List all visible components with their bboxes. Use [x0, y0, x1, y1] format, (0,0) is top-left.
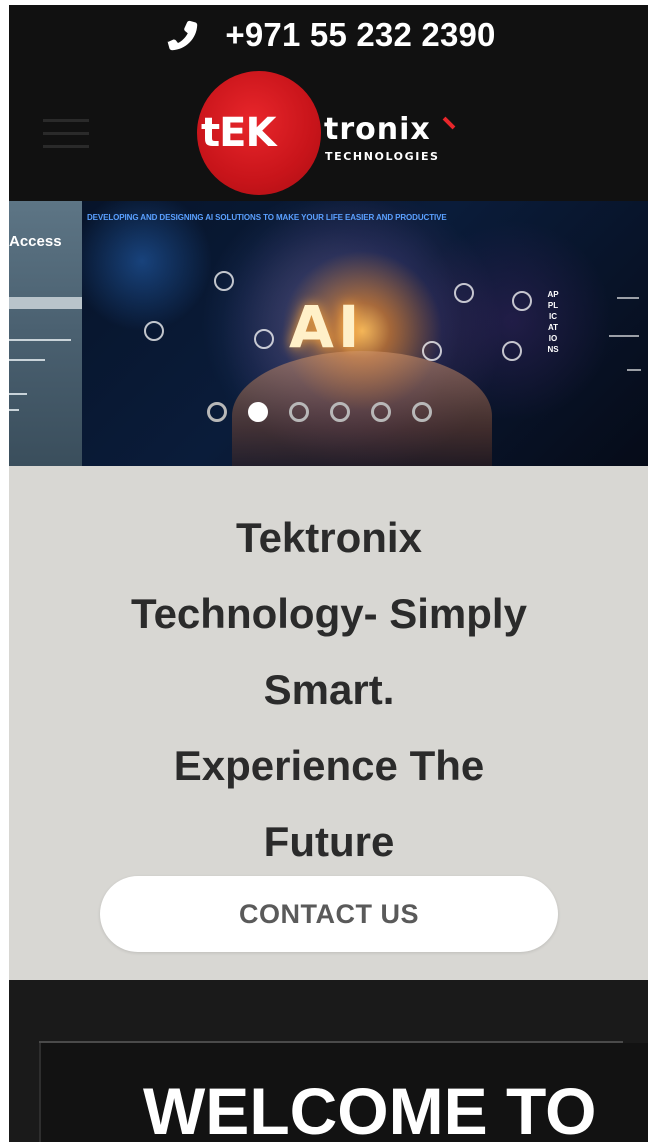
logo-subtitle: TECHNOLOGIES	[325, 150, 440, 163]
slider-dot[interactable]	[371, 402, 391, 422]
network-node-icon	[502, 341, 522, 361]
network-node-icon	[454, 283, 474, 303]
phone-icon	[167, 20, 198, 51]
hamburger-menu-icon[interactable]	[43, 117, 89, 151]
phone-number[interactable]: +971 55 232 2390	[225, 16, 495, 54]
hero-title-line: Technology- Simply	[131, 590, 527, 637]
brand-logo[interactable]: tEK tronix TECHNOLOGIES	[197, 71, 467, 197]
slide-vertical-label: APPLICATIONS	[547, 290, 559, 354]
page-frame: +971 55 232 2390 tEK tronix TECHNOLOGIES…	[9, 5, 648, 1142]
welcome-section: WELCOME TO	[9, 980, 648, 1142]
network-node-icon	[422, 341, 442, 361]
network-node-icon	[144, 321, 164, 341]
slide-right-line	[617, 297, 639, 299]
slider-dot[interactable]	[330, 402, 350, 422]
slide-right-line	[609, 335, 639, 337]
hero-title: Tektronix Technology- Simply Smart. Expe…	[69, 500, 589, 880]
network-node-icon	[512, 291, 532, 311]
slide-left-line	[9, 393, 27, 395]
contact-us-button[interactable]: CONTACT US	[100, 876, 558, 952]
slider-pagination	[207, 402, 432, 422]
slide-left-line	[9, 409, 19, 411]
slide-preview-left: Access	[9, 201, 82, 466]
hero-title-line: Smart.	[263, 666, 395, 713]
slide-left-label: Access	[9, 233, 62, 250]
welcome-heading: WELCOME TO	[143, 1074, 597, 1142]
phone-contact[interactable]: +971 55 232 2390	[9, 13, 648, 57]
hero-section: Tektronix Technology- Simply Smart. Expe…	[9, 466, 648, 980]
slider-dot[interactable]	[207, 402, 227, 422]
slide-left-line	[9, 359, 45, 361]
slide-image-ai	[82, 201, 648, 466]
slide-tagline: DEVELOPING AND DESIGNING AI SOLUTIONS TO…	[87, 213, 447, 222]
network-node-icon	[214, 271, 234, 291]
hero-title-line: Experience The	[173, 742, 485, 789]
hero-title-line: Tektronix	[236, 514, 422, 561]
slide-ai-text: AI	[289, 293, 364, 361]
logo-tek-text: tEK	[201, 110, 276, 156]
slider-dot[interactable]	[289, 402, 309, 422]
slide-left-bar	[9, 297, 82, 309]
logo-tronix-text: tronix	[324, 112, 431, 147]
hero-title-line: Future	[263, 818, 395, 865]
slide-right-line	[627, 369, 641, 371]
network-node-icon	[254, 329, 274, 349]
logo-accent	[442, 116, 456, 130]
menu-line	[43, 119, 89, 122]
slider-dot[interactable]	[412, 402, 432, 422]
slider-dot-active[interactable]	[248, 402, 268, 422]
menu-line	[43, 145, 89, 148]
site-header: +971 55 232 2390 tEK tronix TECHNOLOGIES	[9, 5, 648, 201]
menu-line	[43, 132, 89, 135]
slide-left-line	[9, 339, 71, 341]
hero-slider[interactable]: Access DEVELOPING AND DESIGNING AI SOLUT…	[9, 201, 648, 466]
